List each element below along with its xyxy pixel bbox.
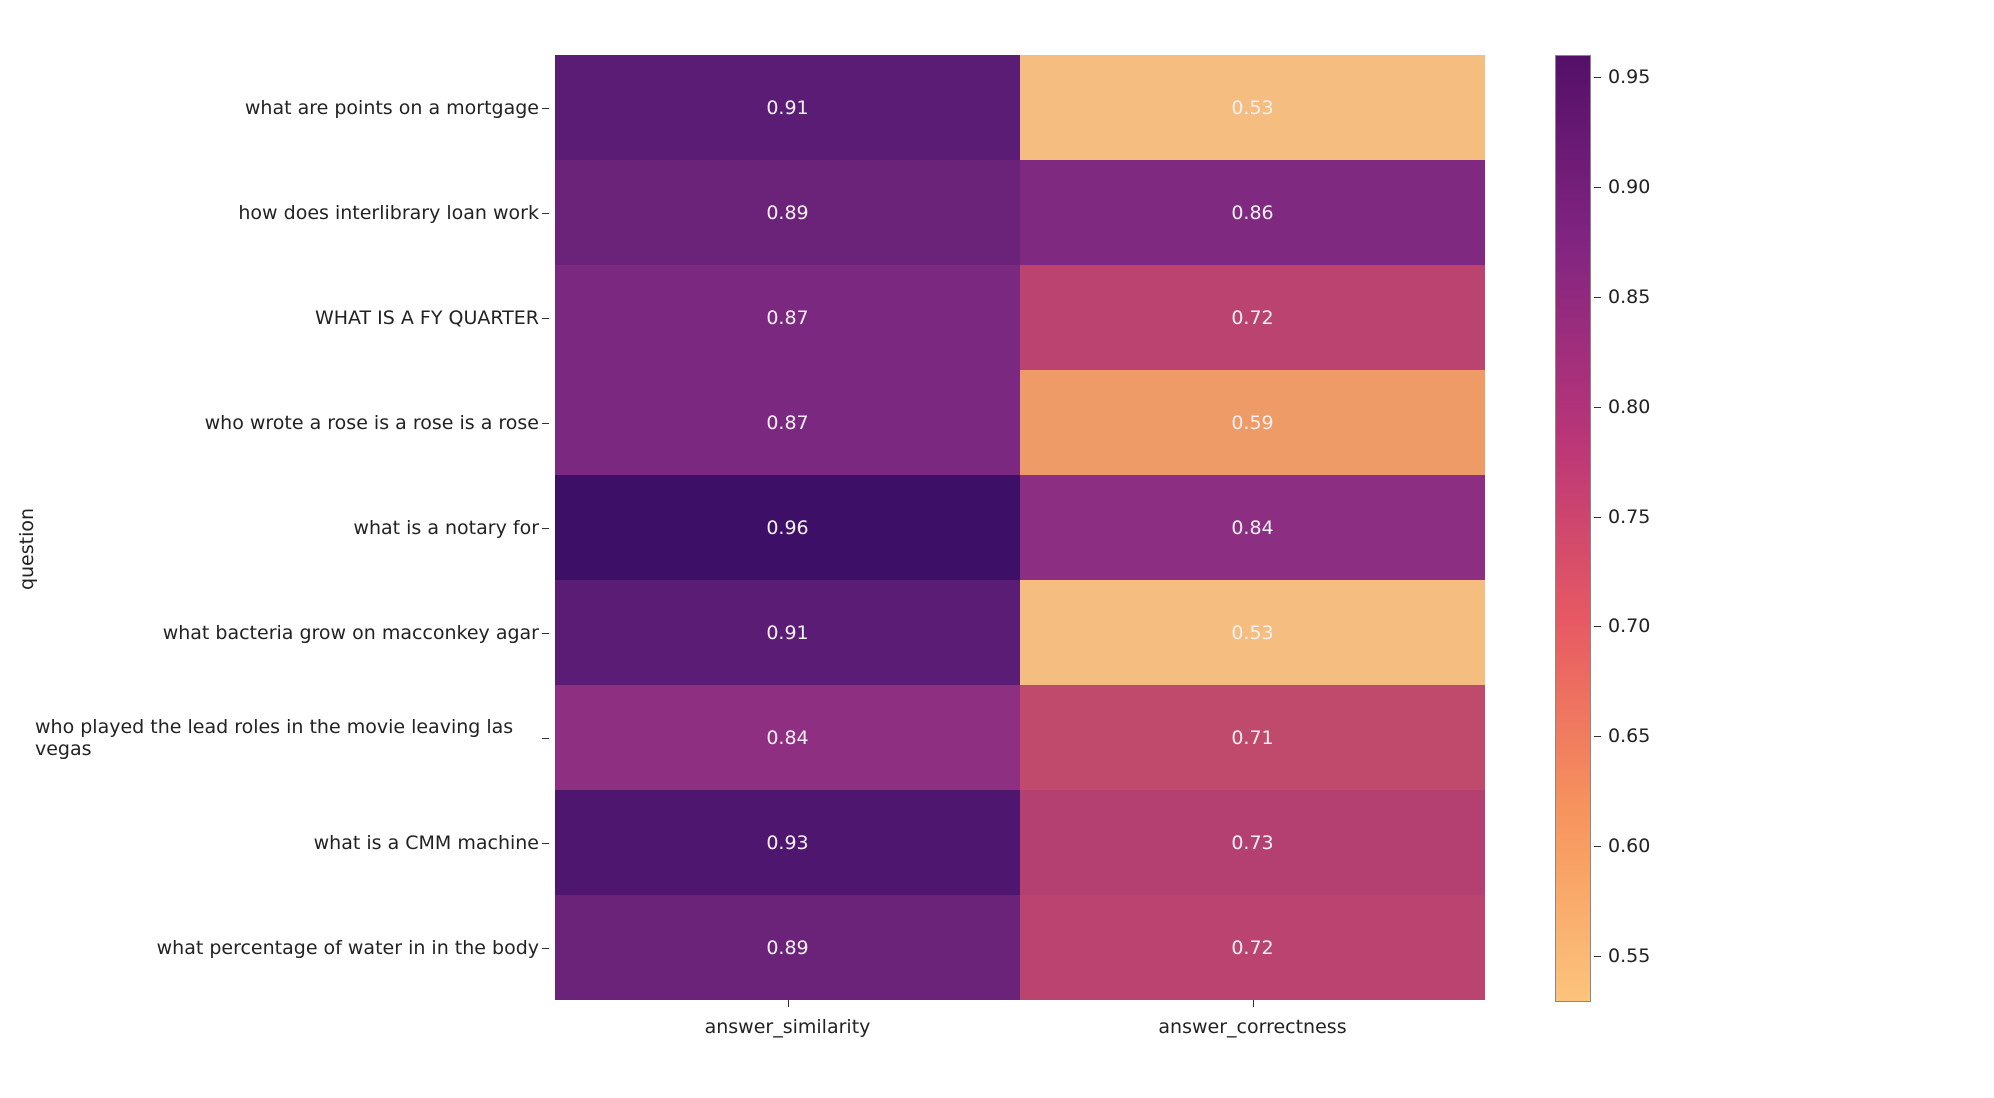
heatmap-cell: 0.89	[555, 160, 1020, 265]
colorbar-tick: 0.80	[1594, 396, 1650, 418]
heatmap-cell: 0.72	[1020, 265, 1485, 370]
colorbar	[1555, 55, 1591, 1002]
heatmap-cell: 0.84	[555, 685, 1020, 790]
heatmap-cell: 0.96	[555, 475, 1020, 580]
colorbar-tick: 0.65	[1594, 725, 1650, 747]
heatmap-grid: 0.910.530.890.860.870.720.870.590.960.84…	[555, 55, 1485, 1000]
heatmap-cell: 0.87	[555, 265, 1020, 370]
y-tick-label: what percentage of water in in the body	[35, 895, 555, 1000]
heatmap-cell: 0.73	[1020, 790, 1485, 895]
heatmap-cell: 0.91	[555, 580, 1020, 685]
y-tick-label: how does interlibrary loan work	[35, 160, 555, 265]
colorbar-tick: 0.70	[1594, 615, 1650, 637]
y-tick-label: what is a CMM machine	[35, 790, 555, 895]
y-tick-label: WHAT IS A FY QUARTER	[35, 265, 555, 370]
colorbar-tick: 0.75	[1594, 506, 1650, 528]
heatmap-cell: 0.71	[1020, 685, 1485, 790]
y-tick-label: what are points on a mortgage	[35, 55, 555, 160]
heatmap-figure: question what are points on a mortgageho…	[0, 0, 1994, 1098]
heatmap-cell: 0.53	[1020, 580, 1485, 685]
heatmap-cell: 0.84	[1020, 475, 1485, 580]
heatmap-cell: 0.59	[1020, 370, 1485, 475]
y-tick-label: what is a notary for	[35, 475, 555, 580]
colorbar-tick: 0.90	[1594, 176, 1650, 198]
y-tick-label: who played the lead roles in the movie l…	[35, 685, 555, 790]
colorbar-tick: 0.55	[1594, 945, 1650, 967]
y-tick-label: what bacteria grow on macconkey agar	[35, 580, 555, 685]
x-tick-label: answer_correctness	[1020, 1000, 1485, 1040]
x-tick-label: answer_similarity	[555, 1000, 1020, 1040]
colorbar-tick: 0.85	[1594, 286, 1650, 308]
colorbar-ticks: 0.55 0.60 0.65 0.70 0.75 0.80 0.85 0.90 0.95	[1594, 55, 1674, 1000]
heatmap-cell: 0.53	[1020, 55, 1485, 160]
heatmap-cell: 0.89	[555, 895, 1020, 1000]
heatmap-cell: 0.72	[1020, 895, 1485, 1000]
x-tick-container: answer_similarityanswer_correctness	[555, 1000, 1485, 1040]
colorbar-tick: 0.95	[1594, 66, 1650, 88]
colorbar-tick: 0.60	[1594, 835, 1650, 857]
y-tick-label: who wrote a rose is a rose is a rose	[35, 370, 555, 475]
heatmap-cell: 0.93	[555, 790, 1020, 895]
heatmap-cell: 0.91	[555, 55, 1020, 160]
y-tick-container: what are points on a mortgagehow does in…	[35, 55, 555, 1000]
heatmap-cell: 0.86	[1020, 160, 1485, 265]
heatmap-cell: 0.87	[555, 370, 1020, 475]
